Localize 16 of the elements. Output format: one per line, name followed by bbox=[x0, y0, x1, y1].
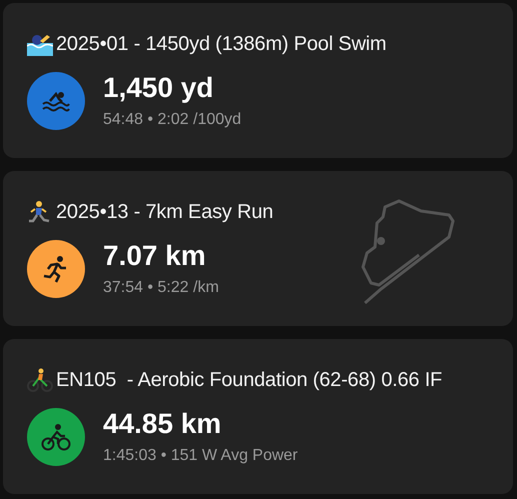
activity-card[interactable]: EN105 - Aerobic Foundation (62-68) 0.66 IF 44.85 km 1:45:03 • 151 W Avg Power bbox=[3, 339, 513, 494]
distance-value: 7.07 km bbox=[103, 240, 207, 272]
activity-title: 2025•13 - 7km Easy Run bbox=[56, 200, 274, 224]
activity-card[interactable]: 2025•13 - 7km Easy Run 7.07 km 37:54 • 5:22 /km bbox=[3, 171, 513, 326]
distance-value: 1,450 yd bbox=[103, 72, 215, 104]
distance-value: 44.85 km bbox=[103, 408, 222, 440]
activity-card[interactable]: 2025•01 - 1450yd (1386m) Pool Swim 1,450 yd 54:48 • 2:02 /100yd bbox=[3, 3, 513, 158]
activity-details: 54:48 • 2:02 /100yd bbox=[103, 110, 242, 130]
cyclist-icon bbox=[27, 368, 53, 392]
swimming-icon bbox=[42, 90, 70, 112]
activity-details: 1:45:03 • 151 W Avg Power bbox=[103, 446, 298, 466]
cycling-icon bbox=[41, 423, 71, 451]
swimmer-icon bbox=[27, 32, 53, 56]
activity-details: 37:54 • 5:22 /km bbox=[103, 278, 219, 298]
activity-title: 2025•01 - 1450yd (1386m) Pool Swim bbox=[56, 32, 386, 56]
activity-title: EN105 - Aerobic Foundation (62-68) 0.66 IF bbox=[56, 368, 442, 392]
